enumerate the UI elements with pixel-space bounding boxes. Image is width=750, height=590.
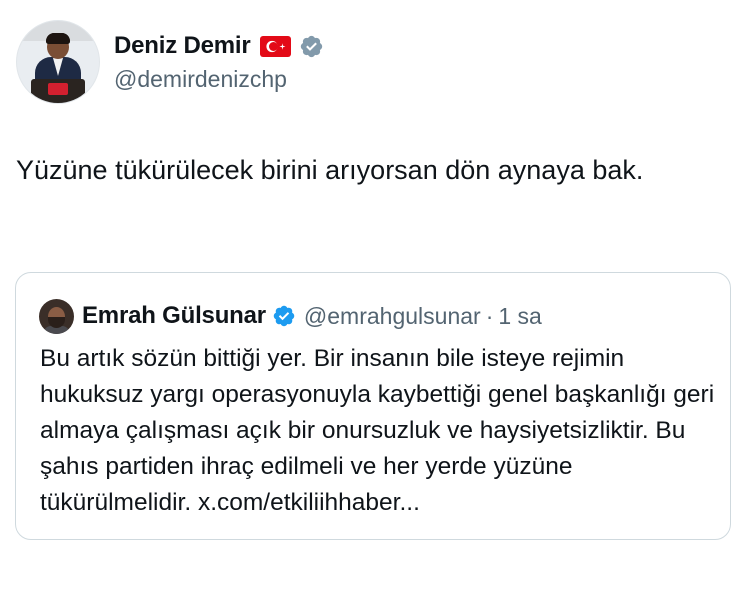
quoted-tweet-header: Emrah Gülsunar @emrahgulsunar · 1 sa [39,298,542,334]
author-names: Deniz Demir @demirdenizchp [114,31,324,93]
quoted-author-display-name[interactable]: Emrah Gülsunar [82,302,266,330]
tweet-text: Yüzüne tükürülecek birini arıyorsan dön … [16,155,644,185]
tweet[interactable]: Deniz Demir @demirdenizchp Yüzüne tükürü… [0,0,750,590]
verified-badge-icon[interactable] [299,34,324,59]
author-handle[interactable]: @demirdenizchp [114,66,324,93]
separator-dot: · [485,302,494,329]
author-header: Deniz Demir @demirdenizchp [16,20,324,104]
quoted-author-handle[interactable]: @emrahgulsunar [304,303,481,330]
quoted-author-avatar[interactable] [39,298,74,334]
verified-badge-icon[interactable] [272,304,296,328]
quoted-tweet-text: Bu artık sözün bittiği yer. Bir insanın … [40,345,715,516]
quoted-tweet[interactable]: Emrah Gülsunar @emrahgulsunar · 1 sa Bu … [15,272,731,540]
quoted-tweet-time[interactable]: 1 sa [498,303,541,330]
author-avatar[interactable] [16,20,100,104]
turkey-flag-icon [259,35,291,57]
author-display-name[interactable]: Deniz Demir [114,32,251,60]
